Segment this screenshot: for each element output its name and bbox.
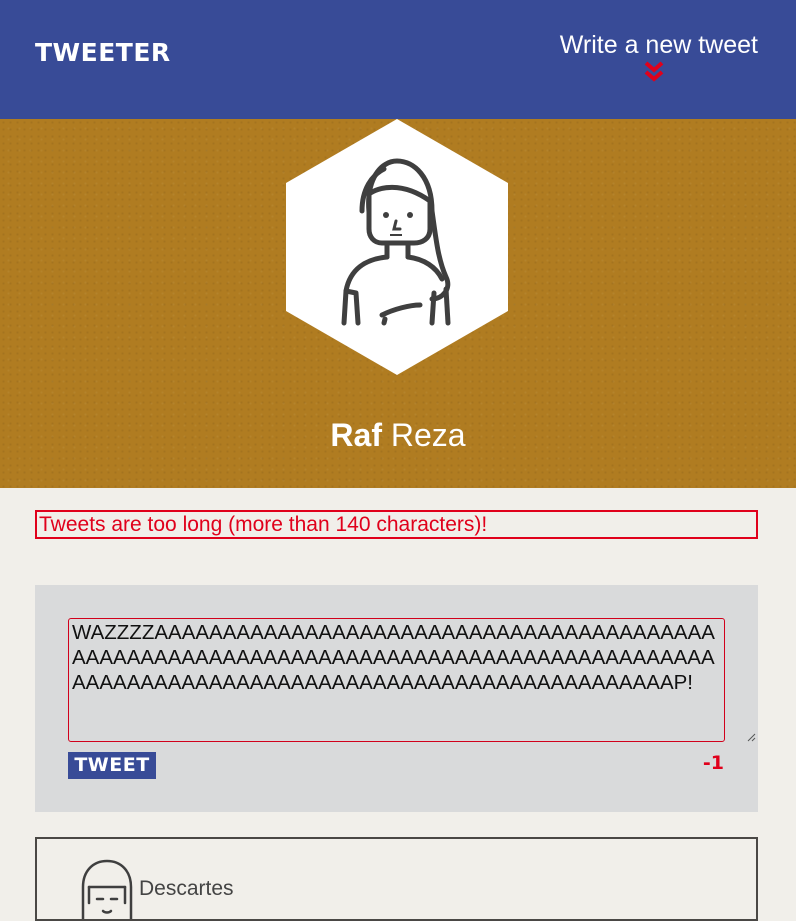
top-nav: TWEETER Write a new tweet (0, 0, 796, 119)
tweet-card: Descartes (35, 837, 758, 921)
error-message: Tweets are too long (more than 140 chara… (35, 510, 758, 539)
profile-last-name: Reza (390, 417, 466, 453)
compose-toggle-write: Write (559, 31, 618, 59)
profile-banner: Raf Reza (0, 119, 796, 488)
tweet-author-name[interactable]: Descartes (139, 877, 234, 901)
tweet-textarea[interactable]: WAZZZZAAAAAAAAAAAAAAAAAAAAAAAAAAAAAAAAAA… (68, 618, 725, 742)
double-chevron-down-icon[interactable] (643, 60, 665, 84)
woman-avatar-icon (286, 119, 508, 375)
tweet-button[interactable]: TWEET (68, 752, 156, 779)
character-counter: -1 (702, 752, 724, 774)
profile-name: Raf Reza (0, 417, 796, 454)
brand-logo[interactable]: TWEETER (35, 38, 171, 67)
new-tweet-form: WAZZZZAAAAAAAAAAAAAAAAAAAAAAAAAAAAAAAAAA… (35, 585, 758, 812)
girl-avatar-icon (81, 859, 133, 919)
compose-toggle[interactable]: Write a new tweet (560, 31, 758, 60)
profile-first-name: Raf (330, 417, 382, 453)
compose-toggle-label: a new tweet (624, 31, 758, 59)
resize-grip-icon[interactable] (746, 732, 756, 742)
